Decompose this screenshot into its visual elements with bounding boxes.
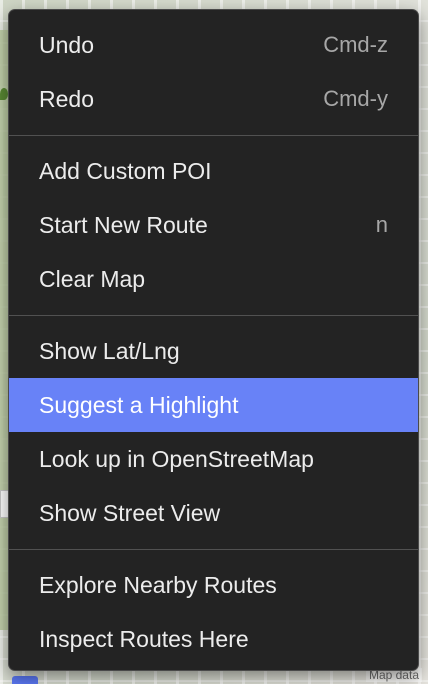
menu-separator — [9, 540, 418, 558]
menu-item-label: Show Street View — [39, 499, 221, 526]
menu-item-look-up-in-openstreetmap[interactable]: Look up in OpenStreetMap — [9, 432, 418, 486]
menu-item-show-lat-lng[interactable]: Show Lat/Lng — [9, 324, 418, 378]
menu-item-label: Clear Map — [39, 265, 146, 292]
menu-item-label: Add Custom POI — [39, 157, 212, 184]
map-marker-icon[interactable] — [0, 88, 8, 100]
menu-item-label: Undo — [39, 31, 94, 58]
menu-item-clear-map[interactable]: Clear Map — [9, 252, 418, 306]
menu-item-shortcut: Cmd-z — [323, 32, 388, 57]
menu-item-label: Suggest a Highlight — [39, 391, 239, 418]
menu-item-label: Explore Nearby Routes — [39, 571, 277, 598]
menu-separator — [9, 126, 418, 144]
menu-item-undo[interactable]: Undo Cmd-z — [9, 18, 418, 72]
menu-item-shortcut: Cmd-y — [323, 86, 388, 111]
context-menu: Undo Cmd-z Redo Cmd-y Add Custom POI Sta… — [8, 9, 419, 671]
menu-item-label: Start New Route — [39, 211, 208, 238]
menu-item-redo[interactable]: Redo Cmd-y — [9, 72, 418, 126]
menu-item-show-street-view[interactable]: Show Street View — [9, 486, 418, 540]
menu-item-add-custom-poi[interactable]: Add Custom POI — [9, 144, 418, 198]
menu-item-label: Redo — [39, 85, 94, 112]
menu-item-inspect-routes-here[interactable]: Inspect Routes Here — [9, 612, 418, 666]
menu-item-label: Show Lat/Lng — [39, 337, 180, 364]
menu-item-shortcut: n — [375, 212, 388, 237]
menu-item-label: Inspect Routes Here — [39, 625, 249, 652]
menu-separator — [9, 306, 418, 324]
map-control[interactable] — [12, 676, 38, 684]
menu-item-label: Look up in OpenStreetMap — [39, 445, 314, 472]
menu-item-suggest-a-highlight[interactable]: Suggest a Highlight — [9, 378, 418, 432]
menu-item-explore-nearby-routes[interactable]: Explore Nearby Routes — [9, 558, 418, 612]
menu-item-start-new-route[interactable]: Start New Route n — [9, 198, 418, 252]
